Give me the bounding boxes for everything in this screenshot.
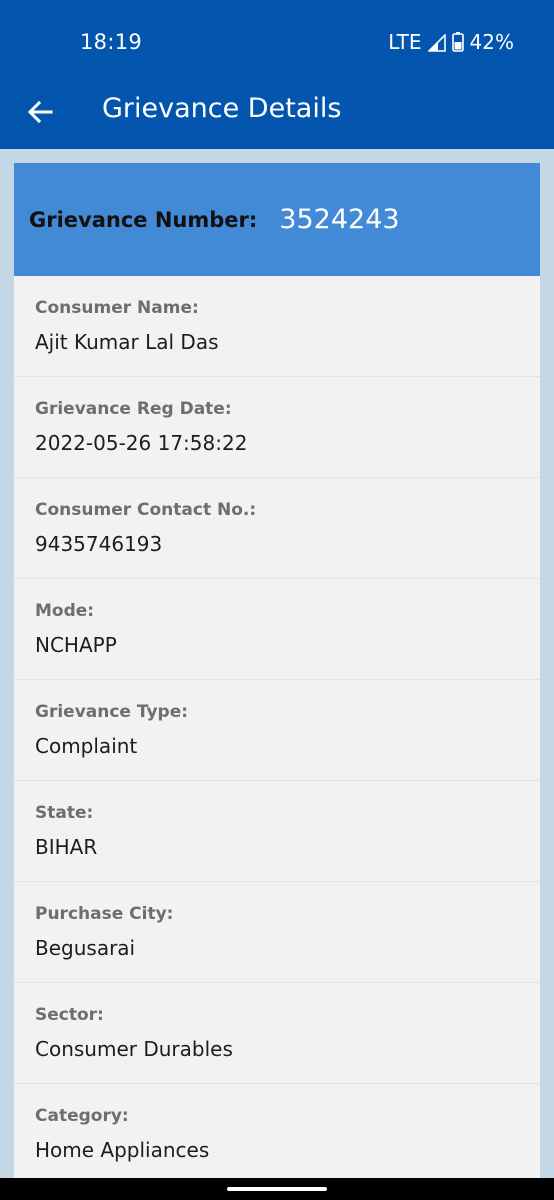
field-label: Consumer Contact No.: [35, 500, 257, 520]
field-value: BIHAR [35, 835, 98, 859]
field-label: Grievance Type: [35, 702, 189, 722]
field-sector: Sector: Consumer Durables [14, 983, 540, 1084]
field-label: Purchase City: [35, 904, 174, 924]
field-value: 9435746193 [35, 532, 163, 556]
field-consumer-name: Consumer Name: Ajit Kumar Lal Das [14, 276, 540, 377]
field-label: State: [35, 803, 94, 823]
navigation-bar [0, 1178, 554, 1200]
field-value: 2022-05-26 17:58:22 [35, 431, 248, 455]
status-bar: 18:19 LTE 42% [0, 0, 554, 82]
status-time: 18:19 [80, 30, 143, 54]
field-value: Begusarai [35, 936, 136, 960]
grievance-details-card: Grievance Number: 3524243 Consumer Name:… [14, 163, 540, 1178]
field-grievance-type: Grievance Type: Complaint [14, 680, 540, 781]
field-label: Mode: [35, 601, 95, 621]
battery-percent: 42% [469, 30, 514, 54]
page-title: Grievance Details [102, 93, 342, 124]
field-consumer-contact: Consumer Contact No.: 9435746193 [14, 478, 540, 579]
field-label: Consumer Name: [35, 298, 199, 318]
field-value: Complaint [35, 734, 138, 758]
field-label: Sector: [35, 1005, 104, 1025]
field-label: Category: [35, 1106, 129, 1126]
field-value: Ajit Kumar Lal Das [35, 330, 219, 354]
signal-icon [426, 33, 446, 52]
field-mode: Mode: NCHAPP [14, 579, 540, 680]
arrow-left-icon [27, 100, 53, 124]
field-value: NCHAPP [35, 633, 117, 657]
field-category: Category: Home Appliances [14, 1084, 540, 1178]
network-type: LTE [388, 30, 422, 54]
field-value: Home Appliances [35, 1138, 210, 1162]
field-grievance-reg-date: Grievance Reg Date: 2022-05-26 17:58:22 [14, 377, 540, 478]
status-indicators: LTE 42% [388, 30, 514, 54]
grievance-number-value: 3524243 [279, 204, 400, 235]
field-value: Consumer Durables [35, 1037, 233, 1061]
app-bar: Grievance Details [0, 82, 554, 149]
field-state: State: BIHAR [14, 781, 540, 882]
back-button[interactable] [22, 94, 58, 130]
grievance-number-label: Grievance Number: [29, 207, 258, 232]
field-purchase-city: Purchase City: Begusarai [14, 882, 540, 983]
home-indicator[interactable] [227, 1187, 327, 1191]
battery-icon [451, 32, 464, 52]
grievance-number-header: Grievance Number: 3524243 [14, 163, 540, 276]
field-label: Grievance Reg Date: [35, 399, 232, 419]
